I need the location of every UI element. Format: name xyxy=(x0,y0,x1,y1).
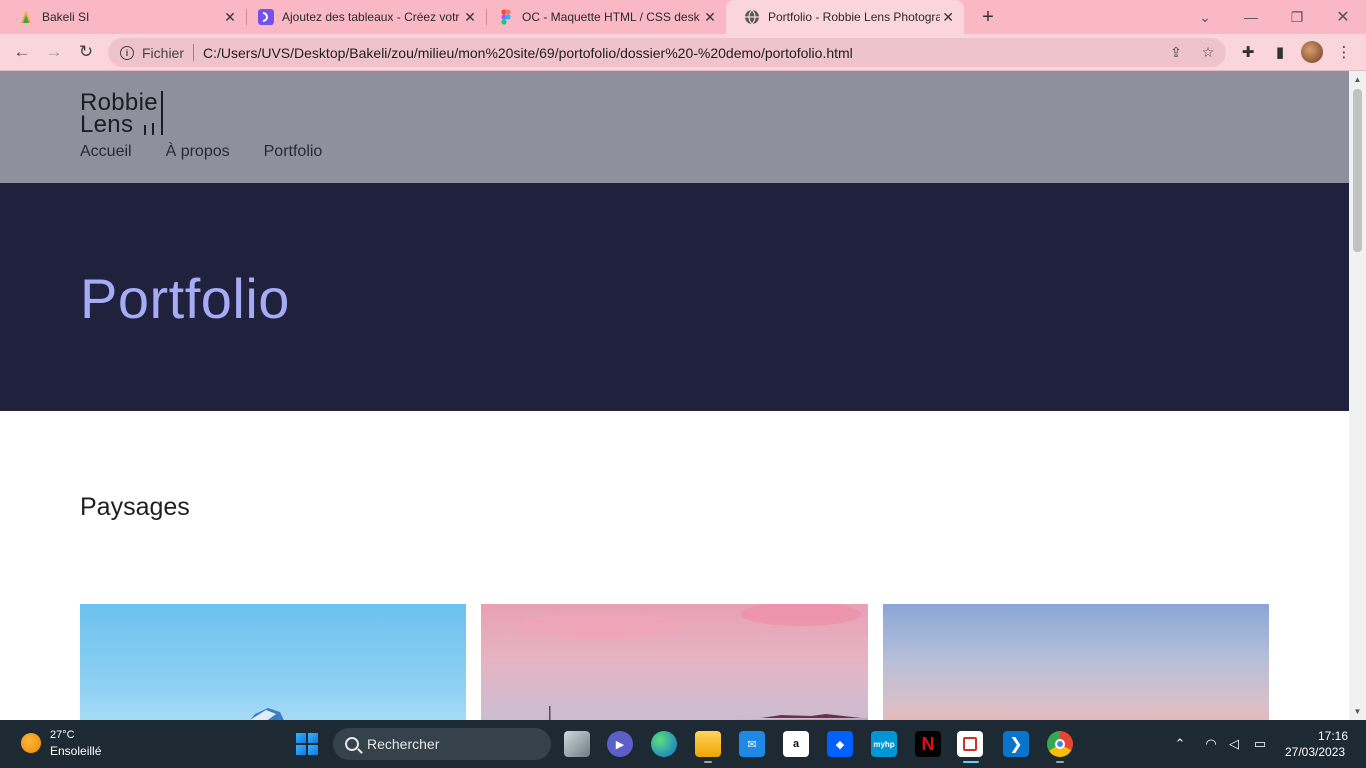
page-title: Portfolio xyxy=(80,267,290,330)
clock-time[interactable]: 17:16 xyxy=(1318,729,1348,743)
file-explorer-icon[interactable] xyxy=(695,731,721,757)
tab-search-chevron-icon[interactable]: ⌄ xyxy=(1182,0,1228,34)
tab-figma[interactable]: OC - Maquette HTML / CSS desk ✕ xyxy=(480,0,726,34)
globe-icon xyxy=(745,9,759,25)
close-icon[interactable]: ✕ xyxy=(940,9,956,25)
clock-date[interactable]: 27/03/2023 xyxy=(1285,745,1345,759)
browser-tab-strip: Bakeli SI ✕ Ajoutez des tableaux - Créez… xyxy=(0,0,1366,34)
tab-title: Bakeli SI xyxy=(42,10,90,24)
close-icon[interactable]: ✕ xyxy=(222,9,238,25)
site-header: Robbie Lens Accueil À propos Portfolio xyxy=(0,71,1349,183)
nav-link-a-propos[interactable]: À propos xyxy=(166,143,230,161)
minimize-button[interactable]: — xyxy=(1228,0,1274,34)
hero-banner: Portfolio xyxy=(0,183,1349,411)
page-viewport: Robbie Lens Accueil À propos Portfolio P… xyxy=(0,71,1349,720)
forward-button[interactable]: → xyxy=(42,40,66,64)
task-view-icon[interactable] xyxy=(564,731,590,757)
openclassrooms-icon xyxy=(258,9,274,25)
reload-button[interactable]: ↻ xyxy=(74,40,98,64)
edge-icon[interactable] xyxy=(651,731,677,757)
scroll-down-arrow-icon[interactable]: ▼ xyxy=(1349,703,1366,720)
site-logo[interactable]: Robbie Lens xyxy=(80,91,163,137)
address-url[interactable]: C:/Users/UVS/Desktop/Bakeli/zou/milieu/m… xyxy=(203,45,853,61)
vscode-icon[interactable]: ❯ xyxy=(1003,731,1029,757)
chevron-up-icon[interactable]: ⌃ xyxy=(1170,734,1190,754)
netflix-icon[interactable]: N xyxy=(915,731,941,757)
close-icon[interactable]: ✕ xyxy=(702,9,718,25)
battery-icon[interactable]: ▭ xyxy=(1250,734,1270,754)
search-icon xyxy=(345,737,359,751)
tab-title: Portfolio - Robbie Lens Photogra xyxy=(768,10,941,24)
tab-openclassrooms[interactable]: Ajoutez des tableaux - Créez votr ✕ xyxy=(240,0,486,34)
address-scheme-label: Fichier xyxy=(142,44,185,61)
scroll-thumb[interactable] xyxy=(1353,89,1362,252)
search-label: Rechercher xyxy=(367,736,440,752)
bakeli-icon xyxy=(21,11,31,23)
amazon-icon[interactable]: a xyxy=(783,731,809,757)
nav-link-accueil[interactable]: Accueil xyxy=(80,143,132,161)
tab-title: Ajoutez des tableaux - Créez votr xyxy=(282,10,460,24)
chrome-icon[interactable] xyxy=(1047,731,1073,757)
weather-description[interactable]: Ensoleillé xyxy=(50,744,101,758)
running-indicator xyxy=(1056,761,1064,763)
landscape-photo-1[interactable] xyxy=(80,604,466,720)
sun-icon[interactable] xyxy=(21,733,41,753)
scroll-up-arrow-icon[interactable]: ▲ xyxy=(1349,71,1366,88)
tab-title: OC - Maquette HTML / CSS desk xyxy=(522,10,700,24)
address-bar[interactable]: i Fichier C:/Users/UVS/Desktop/Bakeli/zo… xyxy=(108,38,1226,67)
mail-icon[interactable]: ✉ xyxy=(739,731,765,757)
profile-avatar[interactable] xyxy=(1301,41,1323,63)
landscape-photo-3[interactable] xyxy=(883,604,1269,720)
menu-kebab-icon[interactable]: ⋮ xyxy=(1333,41,1355,63)
windows-taskbar xyxy=(0,720,1366,768)
volume-icon[interactable]: ◁ xyxy=(1224,734,1244,754)
mountain-shape xyxy=(250,708,284,720)
nav-link-portfolio[interactable]: Portfolio xyxy=(264,143,323,161)
side-panel-icon[interactable]: ▮ xyxy=(1269,41,1291,63)
extensions-icon[interactable]: ✚ xyxy=(1237,41,1259,63)
new-tab-button[interactable]: + xyxy=(976,5,1000,29)
restore-button[interactable]: ❐ xyxy=(1274,0,1320,34)
site-nav: Accueil À propos Portfolio xyxy=(80,143,322,161)
figma-icon xyxy=(501,9,511,25)
windows-start-icon[interactable] xyxy=(296,733,318,755)
address-divider xyxy=(193,44,195,61)
weather-temperature[interactable]: 27°C xyxy=(50,729,75,741)
back-button[interactable]: ← xyxy=(10,40,34,64)
teams-icon[interactable]: ▶ xyxy=(607,731,633,757)
close-window-button[interactable]: ✕ xyxy=(1320,0,1366,34)
running-indicator xyxy=(704,761,712,763)
dropbox-icon[interactable]: ◆ xyxy=(827,731,853,757)
section-title: Paysages xyxy=(80,493,190,521)
wifi-icon[interactable]: ◠ xyxy=(1201,734,1221,754)
logo-bars xyxy=(142,121,166,135)
myhp-icon[interactable]: myhp xyxy=(871,731,897,757)
horizon-shape xyxy=(521,602,868,720)
snipping-tool-icon[interactable] xyxy=(957,731,983,757)
landscape-photo-2[interactable] xyxy=(481,602,868,720)
page-scrollbar[interactable]: ▲ ▼ xyxy=(1349,71,1366,720)
close-icon[interactable]: ✕ xyxy=(462,9,478,25)
bookmark-star-icon[interactable]: ☆ xyxy=(1198,42,1218,62)
tab-bakeli[interactable]: Bakeli SI ✕ xyxy=(0,0,246,34)
share-icon[interactable]: ⇪ xyxy=(1166,42,1186,62)
taskbar-search[interactable]: Rechercher xyxy=(333,728,551,760)
info-icon[interactable]: i xyxy=(120,45,134,60)
tab-portfolio[interactable]: Portfolio - Robbie Lens Photogra ✕ xyxy=(726,0,964,34)
browser-toolbar: ← → ↻ i Fichier C:/Users/UVS/Desktop/Bak… xyxy=(0,34,1366,71)
active-indicator xyxy=(963,761,979,763)
